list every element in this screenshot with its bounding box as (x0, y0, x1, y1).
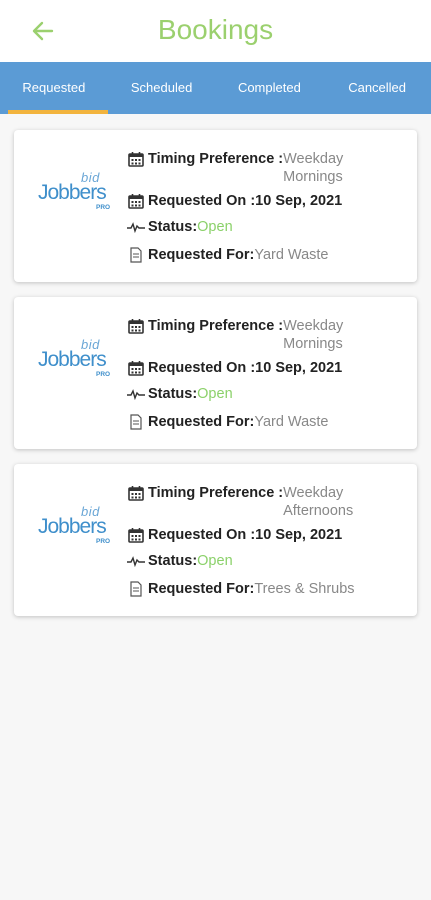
document-icon (127, 580, 145, 598)
requested-on-row: Requested On : 10 Sep, 2021 (127, 359, 342, 377)
timing-row: Timing Preference : Weekday Mornings (127, 150, 343, 186)
requested-for-label: Requested For: (148, 581, 255, 597)
pulse-icon (127, 385, 145, 403)
requested-for-label: Requested For: (148, 414, 255, 430)
timing-row: Timing Preference : Weekday Mornings (127, 317, 343, 353)
tab-requested[interactable]: Requested (0, 62, 108, 114)
requested-for-row: Requested For: Trees & Shrubs (127, 580, 355, 598)
pulse-icon (127, 552, 145, 570)
booking-card[interactable]: bid Jobbers PRO Timing Preference : Week… (14, 297, 417, 449)
page-title: Bookings (157, 14, 274, 45)
timing-label: Timing Preference : (148, 485, 284, 501)
calendar-icon (127, 359, 145, 377)
calendar-icon (127, 317, 145, 335)
calendar-icon (127, 192, 145, 210)
document-icon (127, 413, 145, 431)
booking-card[interactable]: bid Jobbers PRO Timing Preference : Week… (14, 130, 417, 282)
status-value: Open (197, 386, 233, 402)
status-row: Status: Open (127, 385, 233, 403)
requested-for-row: Requested For: Yard Waste (127, 413, 328, 431)
timing-value: Weekday Mornings (283, 151, 344, 185)
booking-card[interactable]: bid Jobbers PRO Timing Preference : Week… (14, 464, 417, 616)
requested-on-value: 10 Sep, 2021 (255, 193, 343, 209)
requested-for-row: Requested For: Yard Waste (127, 246, 328, 264)
timing-row: Timing Preference : Weekday Afternoons (127, 484, 353, 520)
status-row: Status: Open (127, 552, 233, 570)
bidjobbers-logo: bid Jobbers PRO (38, 170, 111, 211)
timing-label: Timing Preference : (148, 151, 284, 167)
bidjobbers-logo: bid Jobbers PRO (38, 504, 111, 545)
bidjobbers-logo: bid Jobbers PRO (38, 337, 111, 378)
pulse-icon (127, 218, 145, 236)
requested-for-label: Requested For: (148, 247, 255, 263)
requested-on-row: Requested On : 10 Sep, 2021 (127, 192, 342, 210)
calendar-icon (127, 526, 145, 544)
status-label: Status: (148, 386, 198, 402)
requested-on-value: 10 Sep, 2021 (255, 527, 343, 543)
requested-on-row: Requested On : 10 Sep, 2021 (127, 526, 342, 544)
requested-for-value: Yard Waste (254, 247, 329, 263)
requested-for-value: Yard Waste (254, 414, 329, 430)
requested-on-label: Requested On : (148, 193, 256, 209)
calendar-icon (127, 484, 145, 502)
document-icon (127, 246, 145, 264)
requested-on-label: Requested On : (148, 527, 256, 543)
calendar-icon (127, 150, 145, 168)
booking-tabs: Requested Scheduled Completed Cancelled (0, 62, 431, 114)
requested-on-value: 10 Sep, 2021 (255, 360, 343, 376)
requested-for-value: Trees & Shrubs (254, 581, 355, 597)
status-label: Status: (148, 553, 198, 569)
status-row: Status: Open (127, 218, 233, 236)
status-value: Open (197, 553, 233, 569)
tab-completed[interactable]: Completed (216, 62, 324, 114)
status-label: Status: (148, 219, 198, 235)
requested-on-label: Requested On : (148, 360, 256, 376)
app-header: Bookings (0, 0, 431, 62)
status-value: Open (197, 219, 233, 235)
tab-scheduled[interactable]: Scheduled (108, 62, 216, 114)
timing-value: Weekday Afternoons (283, 485, 354, 519)
timing-value: Weekday Mornings (283, 318, 344, 352)
timing-label: Timing Preference : (148, 318, 284, 334)
tab-cancelled[interactable]: Cancelled (323, 62, 431, 114)
